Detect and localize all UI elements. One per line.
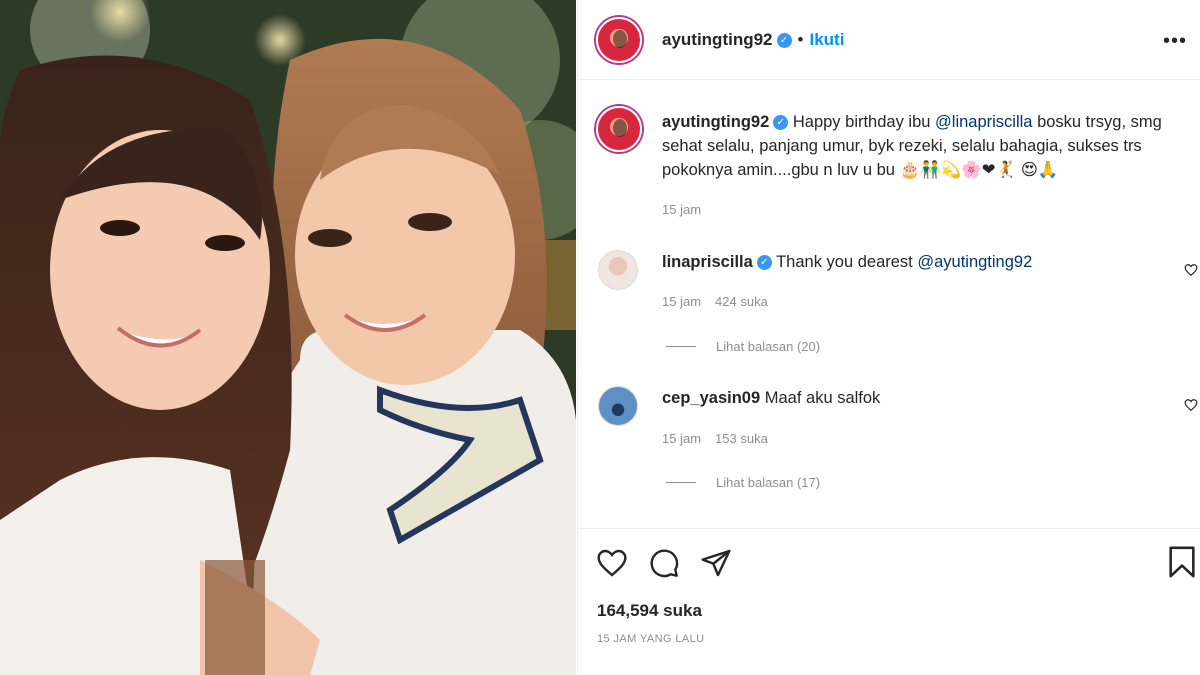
verified-badge-icon: ✓ bbox=[776, 32, 792, 48]
comment-text: Maaf aku salfok bbox=[764, 389, 881, 407]
comment-likes[interactable]: 153 suka bbox=[715, 431, 768, 446]
comment-body: linapriscilla ✓ Thank you dearest @ayutin… bbox=[662, 250, 1162, 274]
author-avatar[interactable] bbox=[596, 17, 642, 63]
comment-like-heart-icon[interactable] bbox=[1184, 263, 1198, 277]
separator-dot: • bbox=[797, 30, 804, 49]
replies-divider-line bbox=[666, 482, 696, 483]
comment-username[interactable]: linapriscilla bbox=[662, 253, 753, 271]
view-replies-button[interactable]: Lihat balasan (20) bbox=[666, 339, 820, 354]
caption-body: ayutingting92 ✓ Happy birthday ibu @linap… bbox=[662, 110, 1182, 182]
comment-meta: 15 jam 424 suka bbox=[662, 294, 768, 309]
author-username[interactable]: ayutingting92 bbox=[662, 30, 773, 50]
verified-badge-icon: ✓ bbox=[773, 115, 789, 131]
caption-text-before: Happy birthday ibu bbox=[792, 113, 936, 131]
bookmark-icon[interactable] bbox=[1165, 545, 1199, 579]
comment-text: Thank you dearest bbox=[776, 253, 918, 271]
view-replies-label: Lihat balasan (20) bbox=[716, 339, 821, 354]
post-timestamp[interactable]: 15 JAM YANG LALU bbox=[597, 633, 704, 645]
view-replies-label: Lihat balasan (17) bbox=[716, 475, 821, 490]
comment-username[interactable]: cep_yasin09 bbox=[662, 389, 760, 407]
caption-mention-link[interactable]: @linapriscilla bbox=[935, 113, 1032, 131]
verified-badge-icon: ✓ bbox=[756, 255, 772, 271]
caption-username[interactable]: ayutingting92 bbox=[662, 113, 769, 131]
comment-time[interactable]: 15 jam bbox=[662, 431, 701, 446]
post-actions: 164,594 suka 15 JAM YANG LALU bbox=[578, 528, 1200, 675]
share-icon[interactable] bbox=[700, 547, 732, 579]
post-detail-panel: ayutingting92 ✓ • Ikuti ••• ayutingting9… bbox=[577, 0, 1200, 675]
commenter-avatar[interactable] bbox=[598, 386, 638, 426]
comment-like-heart-icon[interactable] bbox=[1184, 398, 1198, 412]
comment-time[interactable]: 15 jam bbox=[662, 294, 701, 309]
likes-count[interactable]: 164,594 suka bbox=[597, 601, 702, 621]
comment-icon[interactable] bbox=[648, 547, 680, 579]
author-info: ayutingting92 ✓ • Ikuti bbox=[662, 30, 844, 50]
caption-time[interactable]: 15 jam bbox=[662, 202, 701, 217]
comment-likes[interactable]: 424 suka bbox=[715, 294, 768, 309]
replies-divider-line bbox=[666, 346, 696, 347]
view-replies-button[interactable]: Lihat balasan (17) bbox=[666, 475, 820, 490]
post-header: ayutingting92 ✓ • Ikuti ••• bbox=[578, 0, 1200, 80]
post-photo-image bbox=[0, 0, 576, 675]
post-photo[interactable] bbox=[0, 0, 576, 675]
comment-body: cep_yasin09 Maaf aku salfok bbox=[662, 386, 1162, 410]
comment-meta: 15 jam 153 suka bbox=[662, 431, 768, 446]
commenter-avatar[interactable] bbox=[598, 250, 638, 290]
caption-avatar[interactable] bbox=[596, 106, 642, 152]
comment-mention-link[interactable]: @ayutingting92 bbox=[917, 253, 1032, 271]
heart-icon[interactable] bbox=[596, 547, 628, 579]
more-horizontal-icon[interactable]: ••• bbox=[1163, 30, 1187, 53]
follow-button[interactable]: Ikuti bbox=[809, 30, 844, 50]
